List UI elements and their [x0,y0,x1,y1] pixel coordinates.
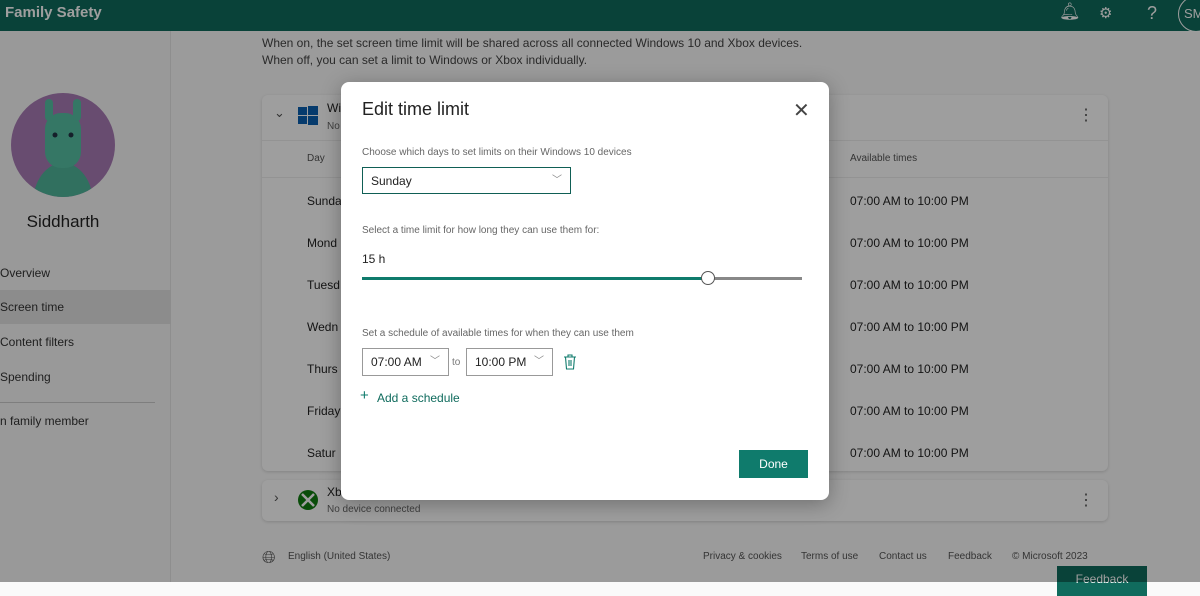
dialog-title: Edit time limit [362,99,470,119]
slider-fill [362,277,708,280]
to-time-value: 10:00 PM [475,355,527,369]
slider-thumb[interactable] [700,271,715,285]
to-time-select[interactable]: 10:00 PM ﹀ [466,348,553,376]
chevron-down-icon: ﹀ [430,356,440,367]
add-schedule-link[interactable]: Add a schedule [377,391,460,405]
trash-icon[interactable] [563,354,577,370]
chevron-down-icon: ﹀ [534,356,544,367]
from-time-select[interactable]: 07:00 AM ﹀ [362,348,449,376]
limit-value: 15 h [362,252,386,266]
time-limit-slider[interactable] [362,271,802,285]
schedule-label: Set a schedule of available times for wh… [362,328,634,339]
days-label: Choose which days to set limits on their… [362,147,632,158]
from-time-value: 07:00 AM [371,355,422,369]
day-select-value: Sunday [371,174,412,188]
day-select[interactable]: Sunday ﹀ [362,167,571,194]
plus-icon: + [360,387,369,404]
close-icon[interactable]: ✕ [793,98,810,123]
to-label: to [452,357,461,368]
limit-label: Select a time limit for how long they ca… [362,225,600,236]
chevron-down-icon: ﹀ [552,175,562,186]
edit-time-limit-dialog: Edit time limit ✕ Choose which days to s… [341,82,829,500]
done-button[interactable]: Done [739,450,808,478]
